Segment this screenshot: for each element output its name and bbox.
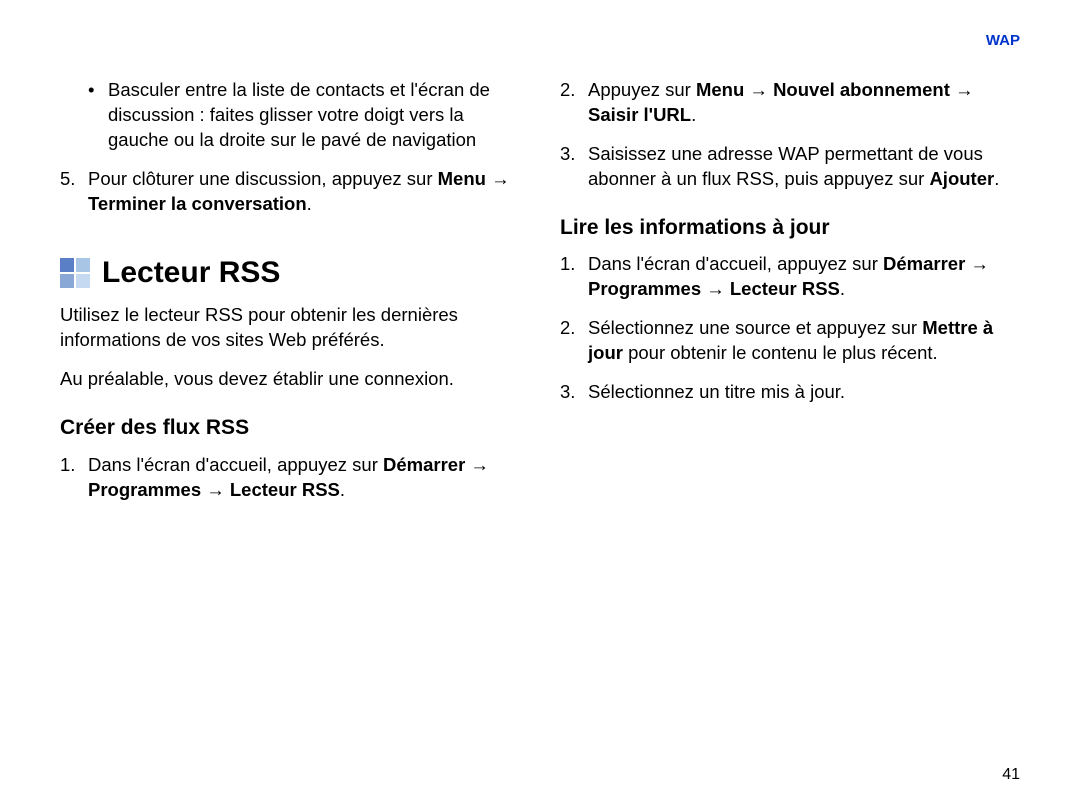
bold-fragment: Ajouter [929, 168, 994, 189]
left-column: • Basculer entre la liste de contacts et… [60, 78, 520, 517]
list-text: Dans l'écran d'accueil, appuyez sur Déma… [88, 453, 520, 503]
list-number: 3. [560, 142, 588, 192]
list-number: 2. [560, 78, 588, 128]
text-fragment: Pour clôturer une discussion, appuyez su… [88, 168, 438, 189]
list-item-3: 3. Saisissez une adresse WAP permettant … [560, 142, 1020, 192]
paragraph: Utilisez le lecteur RSS pour obtenir les… [60, 303, 520, 353]
heading-2: Lire les informations à jour [560, 214, 1020, 242]
text-fragment: . [691, 104, 696, 125]
bullet-item: • Basculer entre la liste de contacts et… [88, 78, 520, 153]
list-number: 1. [560, 252, 588, 302]
right-column: 2. Appuyez sur Menu → Nouvel abonnement … [560, 78, 1020, 517]
list-text: Appuyez sur Menu → Nouvel abonnement → S… [588, 78, 1020, 128]
text-fragment: . [994, 168, 999, 189]
text-fragment: . [307, 193, 312, 214]
bullet-dot: • [88, 78, 108, 153]
text-fragment: Dans l'écran d'accueil, appuyez sur [588, 253, 883, 274]
heading-2: Créer des flux RSS [60, 414, 520, 442]
list-number: 2. [560, 316, 588, 366]
list-text: Saisissez une adresse WAP permettant de … [588, 142, 1020, 192]
list-number: 1. [60, 453, 88, 503]
list-item-5: 5. Pour clôturer une discussion, appuyez… [60, 167, 520, 217]
list-item-2: 2. Sélectionnez une source et appuyez su… [560, 316, 1020, 366]
page-number: 41 [1002, 766, 1020, 784]
manual-page: WAP • Basculer entre la liste de contact… [0, 0, 1080, 810]
list-text: Dans l'écran d'accueil, appuyez sur Déma… [588, 252, 1020, 302]
list-item-2: 2. Appuyez sur Menu → Nouvel abonnement … [560, 78, 1020, 128]
text-fragment: . [340, 479, 345, 500]
text-fragment: . [840, 278, 845, 299]
text-fragment: Sélectionnez une source et appuyez sur [588, 317, 922, 338]
text-fragment: Dans l'écran d'accueil, appuyez sur [88, 454, 383, 475]
text-fragment: pour obtenir le contenu le plus récent. [623, 342, 938, 363]
windows-logo-icon [60, 258, 90, 288]
list-item-1: 1. Dans l'écran d'accueil, appuyez sur D… [60, 453, 520, 503]
list-item-1: 1. Dans l'écran d'accueil, appuyez sur D… [560, 252, 1020, 302]
list-number: 3. [560, 380, 588, 405]
list-text: Sélectionnez une source et appuyez sur M… [588, 316, 1020, 366]
text-fragment: Saisissez une adresse WAP permettant de … [588, 143, 983, 189]
heading-row: Lecteur RSS [60, 253, 520, 294]
list-item-3: 3. Sélectionnez un titre mis à jour. [560, 380, 1020, 405]
heading-1: Lecteur RSS [102, 253, 280, 294]
section-label: WAP [986, 32, 1020, 49]
list-text: Pour clôturer une discussion, appuyez su… [88, 167, 520, 217]
list-text: Sélectionnez un titre mis à jour. [588, 380, 1020, 405]
paragraph: Au préalable, vous devez établir une con… [60, 367, 520, 392]
bullet-text: Basculer entre la liste de contacts et l… [108, 78, 520, 153]
content-columns: • Basculer entre la liste de contacts et… [60, 78, 1020, 517]
text-fragment: Appuyez sur [588, 79, 696, 100]
list-number: 5. [60, 167, 88, 217]
